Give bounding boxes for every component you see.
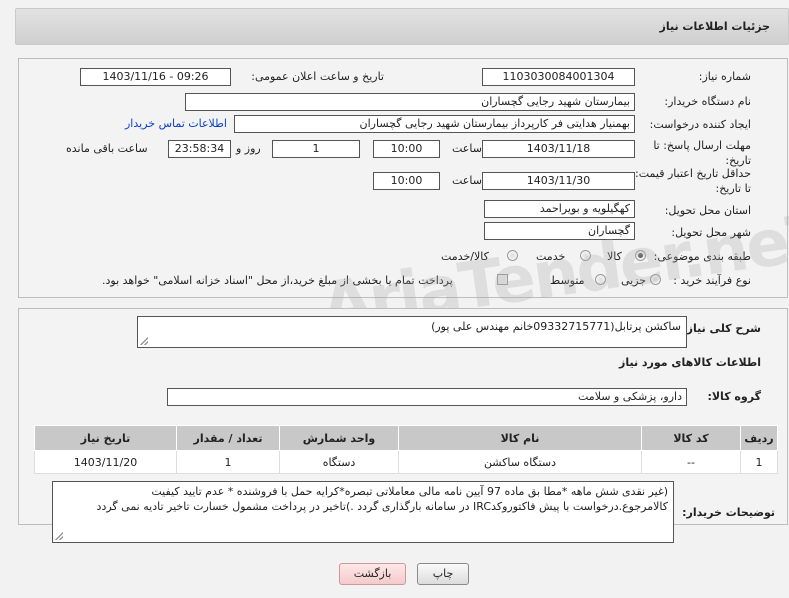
resize-grip-icon[interactable] [140, 337, 148, 345]
city-label: شهر محل تحویل: [671, 226, 751, 239]
cell-unit: دستگاه [279, 450, 399, 474]
treasury-payment-checkbox[interactable] [497, 274, 508, 285]
category-radio-both[interactable] [507, 250, 518, 261]
announce-label: تاریخ و ساعت اعلان عمومی: [251, 70, 384, 83]
province-label: استان محل تحویل: [664, 204, 751, 217]
col-unit: واحد شمارش [279, 425, 399, 451]
requester-field: بهمنیار هدایتی فر کارپرداز بیمارستان شهی… [234, 115, 635, 133]
requester-label: ایجاد کننده درخواست: [649, 118, 751, 131]
col-row-number: ردیف [740, 425, 778, 451]
category-radio-service[interactable] [580, 250, 591, 261]
goods-table-header: ردیف کد کالا نام کالا واحد شمارش تعداد /… [34, 425, 778, 451]
category-radio-goods[interactable] [635, 250, 646, 261]
cell-item-name: دستگاه ساکشن [398, 450, 642, 474]
buyer-notes-text: (غیر نقدی شش ماهه *مطا بق ماده 97 آیین ن… [96, 485, 668, 513]
goods-group-field: دارو، پزشکی و سلامت [167, 388, 687, 406]
category-option-goods: کالا [607, 250, 622, 263]
purchase-radio-medium[interactable] [595, 274, 606, 285]
days-label: روز و [236, 142, 261, 155]
validity-date-field: 1403/11/30 [482, 172, 635, 190]
deadline-time-label: ساعت [452, 142, 482, 155]
city-field: گچساران [484, 222, 635, 240]
category-option-both: کالا/خدمت [441, 250, 489, 263]
resize-grip-icon[interactable] [55, 532, 63, 540]
col-item-name: نام کالا [398, 425, 642, 451]
remaining-time-field: 23:58:34 [168, 140, 231, 158]
back-button[interactable]: بازگشت [339, 563, 406, 585]
days-field: 1 [272, 140, 360, 158]
deadline-date-field: 1403/11/18 [482, 140, 635, 158]
col-item-code: کد کالا [641, 425, 741, 451]
cell-quantity: 1 [176, 450, 280, 474]
cell-item-code: -- [641, 450, 741, 474]
purchase-option-minor: جزیی [621, 274, 647, 287]
category-option-service: خدمت [536, 250, 566, 263]
validity-time-label: ساعت [452, 174, 482, 187]
purchase-radio-minor[interactable] [650, 274, 661, 285]
announce-field: 1403/11/16 - 09:26 [80, 68, 231, 86]
table-row: 1 -- دستگاه ساکشن دستگاه 1 1403/11/20 [34, 450, 778, 474]
cell-row-number: 1 [740, 450, 778, 474]
province-field: کهگیلویه و بویراحمد [484, 200, 635, 218]
deadline-label: مهلت ارسال پاسخ: تا تاریخ: [653, 139, 751, 167]
deadline-time-field: 10:00 [373, 140, 440, 158]
page-title: جزئیات اطلاعات نیاز [659, 20, 771, 33]
buyer-notes-textarea[interactable]: (غیر نقدی شش ماهه *مطا بق ماده 97 آیین ن… [52, 481, 674, 543]
buyer-org-field: بیمارستان شهید رجایی گچساران [185, 93, 635, 111]
cell-need-date: 1403/11/20 [34, 450, 177, 474]
purchase-type-label: نوع فرآیند خرید : [673, 274, 751, 287]
treasury-payment-note: پرداخت تمام یا بخشی از مبلغ خرید،از محل … [102, 274, 453, 287]
validity-label: حداقل تاریخ اعتبار قیمت: تا تاریخ: [635, 167, 751, 195]
description-text: ساکشن پرتابل(09332715771خانم مهندس علی پ… [431, 320, 681, 333]
buyer-org-label: نام دستگاه خریدار: [664, 95, 751, 108]
col-quantity: تعداد / مقدار [176, 425, 280, 451]
remaining-label: ساعت باقی مانده [66, 142, 148, 155]
description-label: شرح کلی نیاز: [682, 322, 761, 335]
goods-table: ردیف کد کالا نام کالا واحد شمارش تعداد /… [34, 425, 778, 474]
description-textarea[interactable]: ساکشن پرتابل(09332715771خانم مهندس علی پ… [137, 316, 687, 348]
validity-time-field: 10:00 [373, 172, 440, 190]
purchase-option-medium: متوسط [550, 274, 585, 287]
need-number-label: شماره نیاز: [698, 70, 751, 83]
buyer-notes-label: توضیحات خریدار: [682, 506, 775, 519]
col-need-date: تاریخ نیاز [34, 425, 177, 451]
need-number-field: 1103030084001304 [482, 68, 635, 86]
category-label: طبقه بندی موضوعی: [653, 250, 751, 263]
goods-section-title: اطلاعات کالاهای مورد نیاز [619, 356, 761, 369]
goods-group-label: گروه کالا: [707, 390, 761, 403]
contact-info-link[interactable]: اطلاعات تماس خریدار [125, 117, 227, 130]
header-bar: جزئیات اطلاعات نیاز [15, 8, 789, 45]
print-button[interactable]: چاپ [417, 563, 469, 585]
